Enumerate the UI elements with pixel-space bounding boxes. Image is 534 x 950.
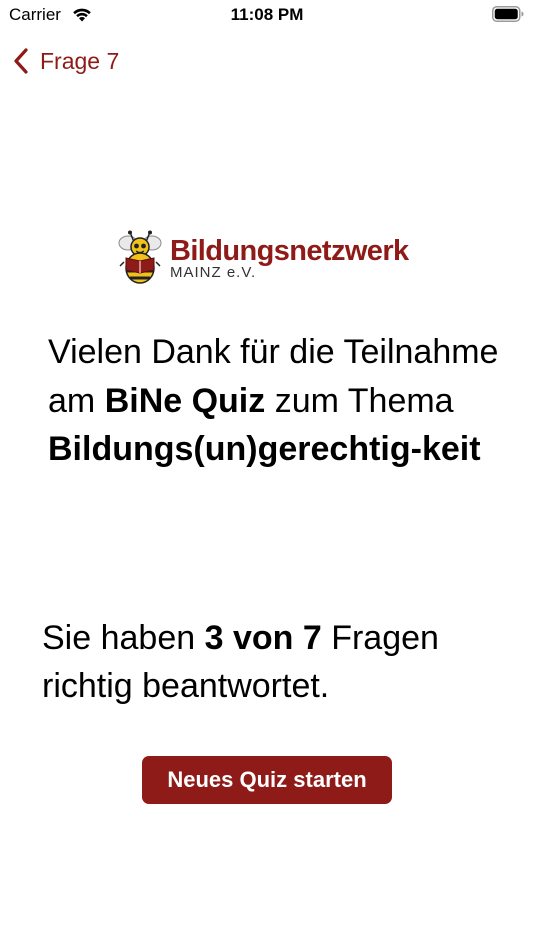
result-prefix: Sie haben bbox=[42, 619, 205, 657]
back-button[interactable]: Frage 7 bbox=[12, 44, 119, 78]
result-score: 3 von 7 bbox=[204, 619, 322, 657]
chevron-left-icon bbox=[14, 48, 28, 74]
bee-logo-icon bbox=[118, 230, 162, 284]
back-button-label: Frage 7 bbox=[40, 48, 120, 74]
quiz-topic: Bildungs(un)gerechtig-keit bbox=[48, 430, 481, 468]
logo-title: Bildungsnetzwerk bbox=[170, 235, 409, 267]
status-bar: Carrier 11:08 PM bbox=[0, 0, 534, 32]
thank-you-text-2: zum Thema bbox=[265, 381, 454, 420]
quiz-name: BiNe Quiz bbox=[104, 381, 266, 420]
battery-icon bbox=[492, 6, 524, 22]
clock-time: 11:08 PM bbox=[230, 5, 304, 24]
logo-subtitle: MAINZ e.V. bbox=[170, 264, 257, 281]
quiz-result-message: Sie haben 3 von 7 Fragen richtig beantwo… bbox=[42, 614, 522, 710]
new-quiz-button[interactable]: Neues Quiz starten bbox=[142, 756, 392, 804]
organization-logo: Bildungsnetzwerk MAINZ e.V. bbox=[112, 230, 424, 286]
thank-you-message: Vielen Dank für die Teilnahme am BiNe Qu… bbox=[48, 328, 518, 474]
